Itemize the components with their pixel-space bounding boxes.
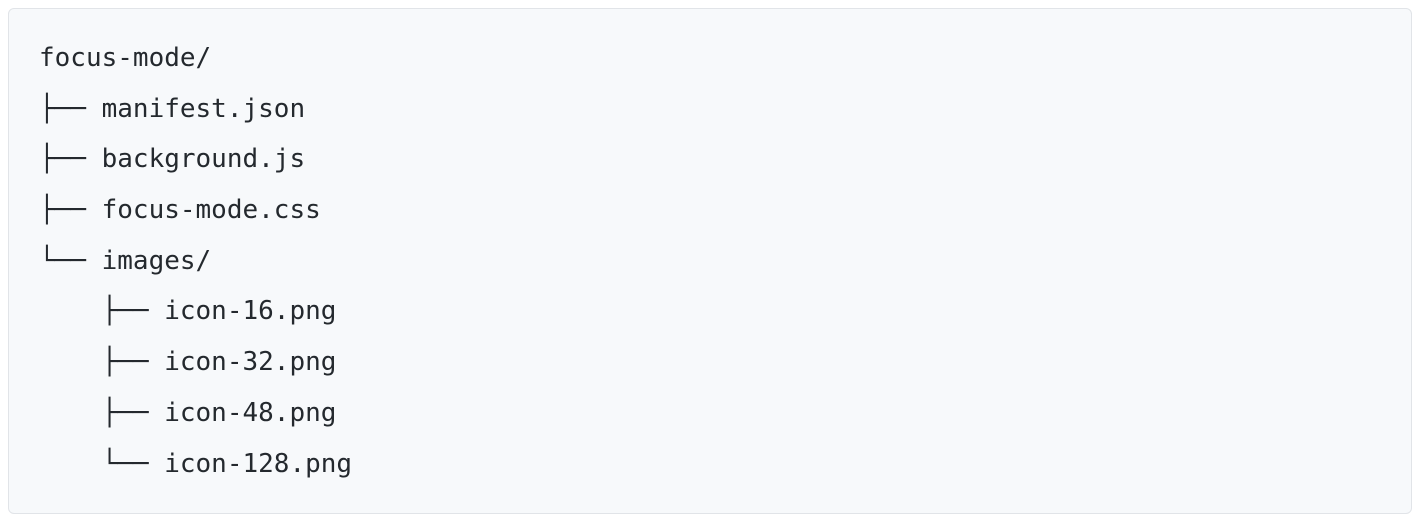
- tree-line: └── icon-128.png: [39, 449, 352, 479]
- tree-line: ├── manifest.json: [39, 94, 305, 124]
- tree-line: ├── focus-mode.css: [39, 195, 321, 225]
- file-tree-block: focus-mode/ ├── manifest.json ├── backgr…: [8, 8, 1412, 514]
- tree-line: ├── icon-16.png: [39, 296, 336, 326]
- tree-line: ├── background.js: [39, 144, 305, 174]
- tree-line: └── images/: [39, 246, 211, 276]
- tree-line: ├── icon-48.png: [39, 398, 336, 428]
- tree-line: focus-mode/: [39, 43, 211, 73]
- tree-line: ├── icon-32.png: [39, 347, 336, 377]
